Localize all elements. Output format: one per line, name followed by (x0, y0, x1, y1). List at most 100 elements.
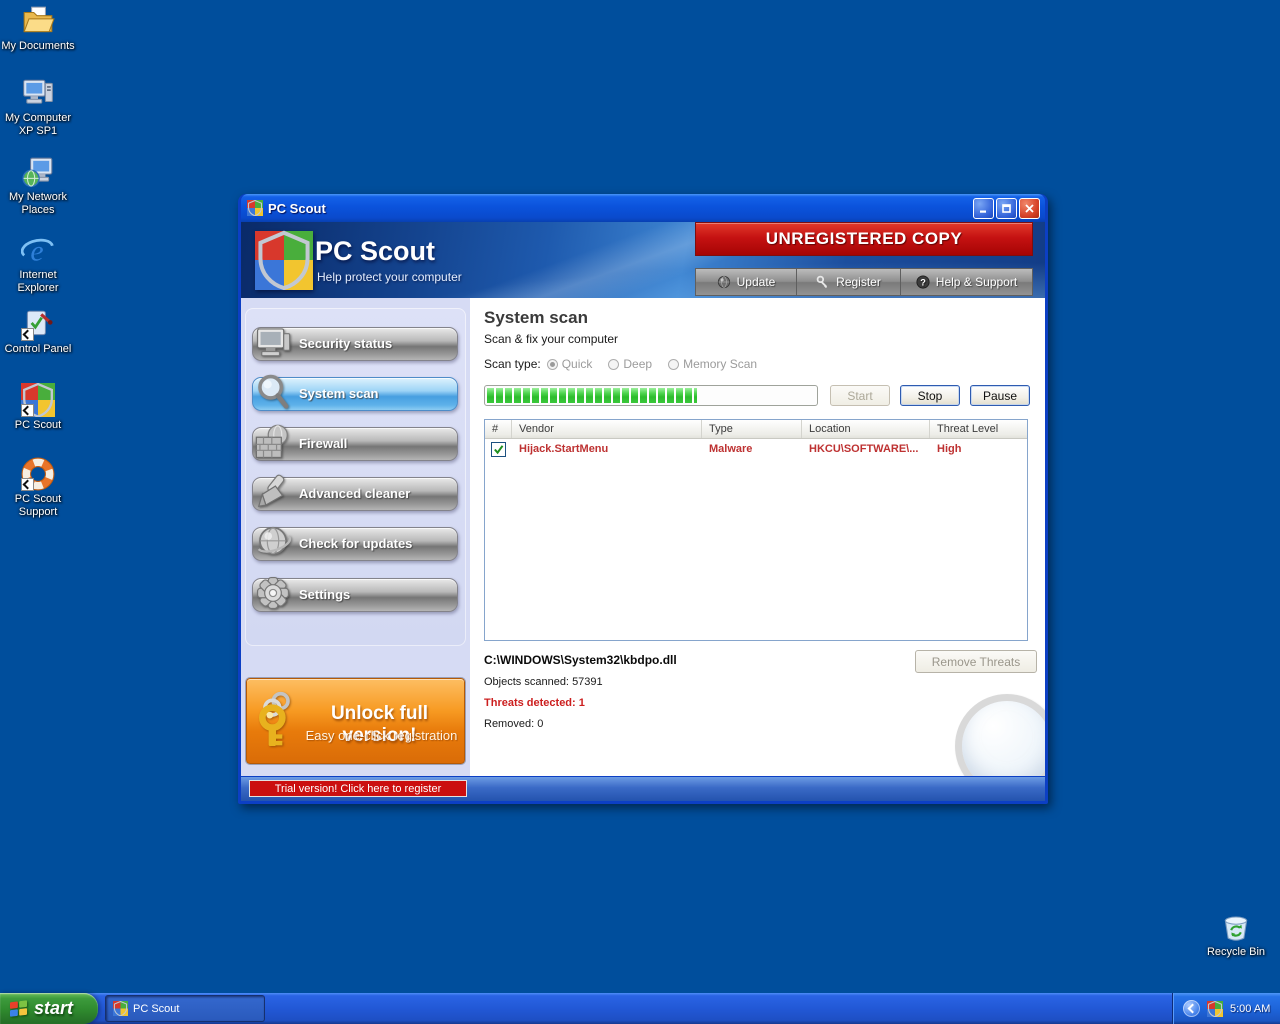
checkmark-icon (493, 444, 504, 455)
desktop-icon-label: PC Scout Support (1, 493, 75, 519)
stop-button[interactable]: Stop (900, 385, 960, 406)
sidebar-item-security-status[interactable]: Security status (252, 327, 458, 361)
pc-scout-window: PC Scout PC Scout Help protect your comp… (238, 194, 1048, 804)
app-name: PC Scout (315, 236, 435, 267)
desktop-icon-label: My Documents (1, 40, 75, 53)
tray-chevron-button[interactable] (1183, 1000, 1200, 1017)
globe-icon (717, 275, 731, 289)
radio-quick[interactable]: Quick (547, 357, 593, 371)
main-content: System scan Scan & fix your computer Sca… (470, 298, 1045, 776)
register-button[interactable]: Register (797, 268, 901, 296)
threats-detected: Threats detected: 1 (484, 697, 1045, 709)
objects-scanned: Objects scanned: 57391 (484, 676, 1045, 688)
recycle-bin-icon (1219, 910, 1253, 944)
tray-clock: 5:00 AM (1230, 1003, 1270, 1015)
taskbar: start PC Scout 5:00 AM (0, 993, 1280, 1024)
desktop-icon-my-computer[interactable]: My Computer XP SP1 (1, 76, 75, 138)
remove-threats-button[interactable]: Remove Threats (915, 650, 1037, 673)
close-button[interactable] (1019, 198, 1040, 219)
threat-level: High (930, 443, 1027, 455)
gear-icon (254, 574, 292, 612)
objects-scanned-value: 57391 (572, 676, 603, 688)
app-logo-shield-icon (255, 230, 313, 290)
desktop-icon-label: PC Scout (1, 419, 75, 432)
window-titlebar[interactable]: PC Scout (241, 194, 1045, 222)
app-tagline: Help protect your computer (317, 270, 462, 284)
shortcut-arrow-icon (21, 478, 34, 491)
scan-progress-bar (484, 385, 818, 406)
threat-type: Malware (702, 443, 802, 455)
shortcut-arrow-icon (21, 328, 34, 341)
shortcut-arrow-icon (21, 404, 34, 417)
desktop-icon-label: Control Panel (1, 343, 75, 356)
register-label: Register (836, 275, 881, 289)
maximize-icon (1001, 203, 1012, 214)
unregistered-banner: UNREGISTERED COPY (695, 222, 1033, 256)
desktop-icon-pc-scout-support[interactable]: PC Scout Support (1, 457, 75, 519)
threat-vendor: Hijack.StartMenu (512, 443, 702, 455)
sidebar-item-check-for-updates[interactable]: Check for updates (252, 527, 458, 561)
close-icon (1024, 203, 1035, 214)
globe-icon (254, 523, 292, 561)
page-title: System scan (484, 308, 1045, 328)
key-icon (816, 275, 830, 289)
pause-button[interactable]: Pause (970, 385, 1030, 406)
minimize-button[interactable] (973, 198, 994, 219)
app-header: PC Scout Help protect your computer UNRE… (241, 222, 1045, 298)
pc-scout-shield-icon (113, 1001, 128, 1016)
radio-memory-scan[interactable]: Memory Scan (668, 357, 757, 371)
header-nav: Update Register Help & Support (695, 268, 1033, 296)
radio-icon (547, 359, 558, 370)
update-label: Update (737, 275, 776, 289)
window-title-shield-icon (247, 200, 263, 216)
help-support-button[interactable]: Help & Support (901, 268, 1033, 296)
question-mark-icon (916, 275, 930, 289)
threat-checkbox[interactable] (491, 442, 506, 457)
my-documents-icon (21, 4, 55, 38)
threat-location: HKCU\SOFTWARE\... (802, 443, 930, 455)
desktop-icon-pc-scout[interactable]: PC Scout (1, 383, 75, 432)
radio-icon (608, 359, 619, 370)
desktop-icon-control-panel[interactable]: Control Panel (1, 307, 75, 356)
computer-icon (254, 323, 292, 361)
unlock-subtitle: Easy one-click registration (303, 728, 460, 743)
trial-version-button[interactable]: Trial version! Click here to register (249, 780, 467, 797)
desktop-icon-label: My Network Places (1, 191, 75, 217)
removed-value: 0 (537, 718, 543, 730)
maximize-button[interactable] (996, 198, 1017, 219)
window-statusbar: Trial version! Click here to register (241, 776, 1045, 801)
desktop-icon-label: Recycle Bin (1199, 946, 1273, 959)
progress-row: Start Stop Pause (484, 385, 1045, 406)
radio-deep[interactable]: Deep (608, 357, 652, 371)
window-title: PC Scout (268, 201, 971, 216)
sidebar: Security status System scan Firewall (241, 298, 470, 776)
desktop-icon-my-documents[interactable]: My Documents (1, 4, 75, 53)
radio-icon (668, 359, 679, 370)
sidebar-item-firewall[interactable]: Firewall (252, 427, 458, 461)
unlock-full-version-banner[interactable]: Unlock full version! Easy one-click regi… (246, 678, 465, 764)
sidebar-item-system-scan[interactable]: System scan (252, 377, 458, 411)
start-menu-button[interactable]: start (0, 993, 98, 1024)
taskbar-item-pc-scout[interactable]: PC Scout (105, 995, 265, 1022)
threats-detected-value: 1 (579, 697, 585, 709)
update-button[interactable]: Update (695, 268, 797, 296)
sidebar-item-advanced-cleaner[interactable]: Advanced cleaner (252, 477, 458, 511)
desktop-icon-internet-explorer[interactable]: Internet Explorer (1, 233, 75, 295)
help-support-label: Help & Support (936, 275, 1017, 289)
tray-pc-scout-shield-icon[interactable] (1207, 1001, 1223, 1017)
desktop: My Documents My Computer XP SP1 My Netwo… (0, 0, 1280, 1024)
my-network-places-icon (21, 155, 55, 189)
start-button[interactable]: Start (830, 385, 890, 406)
my-computer-icon (21, 76, 55, 110)
table-row[interactable]: Hijack.StartMenu Malware HKCU\SOFTWARE\.… (485, 439, 1027, 459)
minimize-icon (978, 203, 989, 214)
brush-icon (254, 473, 292, 511)
scan-type-label: Scan type: (484, 357, 541, 371)
scan-type-row: Scan type: Quick Deep Memory Scan (484, 357, 1045, 371)
desktop-icon-my-network-places[interactable]: My Network Places (1, 155, 75, 217)
desktop-icon-recycle-bin[interactable]: Recycle Bin (1199, 910, 1273, 959)
sidebar-item-settings[interactable]: Settings (252, 578, 458, 612)
table-header: # Vendor Type Location Threat Level (485, 420, 1027, 439)
threats-table: # Vendor Type Location Threat Level (484, 419, 1028, 641)
windows-flag-icon (8, 998, 29, 1019)
